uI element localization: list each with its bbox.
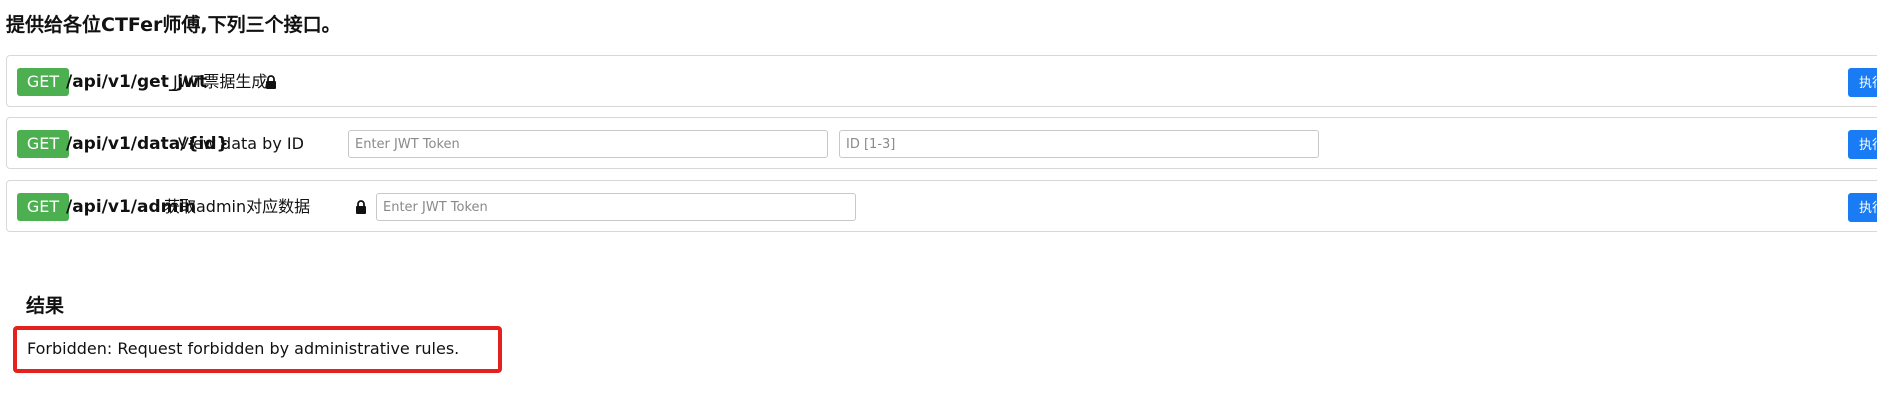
page-heading: 提供给各位CTFer师傅,下列三个接口。 <box>6 14 341 36</box>
execute-button[interactable]: 执行 <box>1848 130 1877 159</box>
endpoint-data-by-id: GET /api/v1/data/{id} View data by ID 执行 <box>6 117 1877 169</box>
result-message: Forbidden: Request forbidden by administ… <box>27 339 460 358</box>
id-input[interactable] <box>839 130 1319 158</box>
endpoint-admin: GET /api/v1/admin 获取admin对应数据 执行 <box>6 180 1877 232</box>
lock-icon <box>356 200 366 214</box>
jwt-token-input[interactable] <box>376 193 856 221</box>
lock-icon <box>266 75 276 89</box>
endpoint-get-jwt: GET /api/v1/get_jwt JWT票据生成 执行 <box>6 55 1877 107</box>
endpoint-description: View data by ID <box>178 134 304 153</box>
jwt-token-input[interactable] <box>348 130 828 158</box>
method-badge: GET <box>17 130 69 158</box>
method-badge: GET <box>17 193 69 221</box>
result-title: 结果 <box>26 295 65 317</box>
method-badge: GET <box>17 68 69 96</box>
endpoint-description: JWT票据生成 <box>173 72 268 91</box>
result-box: Forbidden: Request forbidden by administ… <box>13 326 502 373</box>
endpoint-description: 获取admin对应数据 <box>164 197 311 216</box>
execute-button[interactable]: 执行 <box>1848 68 1877 97</box>
execute-button[interactable]: 执行 <box>1848 193 1877 222</box>
